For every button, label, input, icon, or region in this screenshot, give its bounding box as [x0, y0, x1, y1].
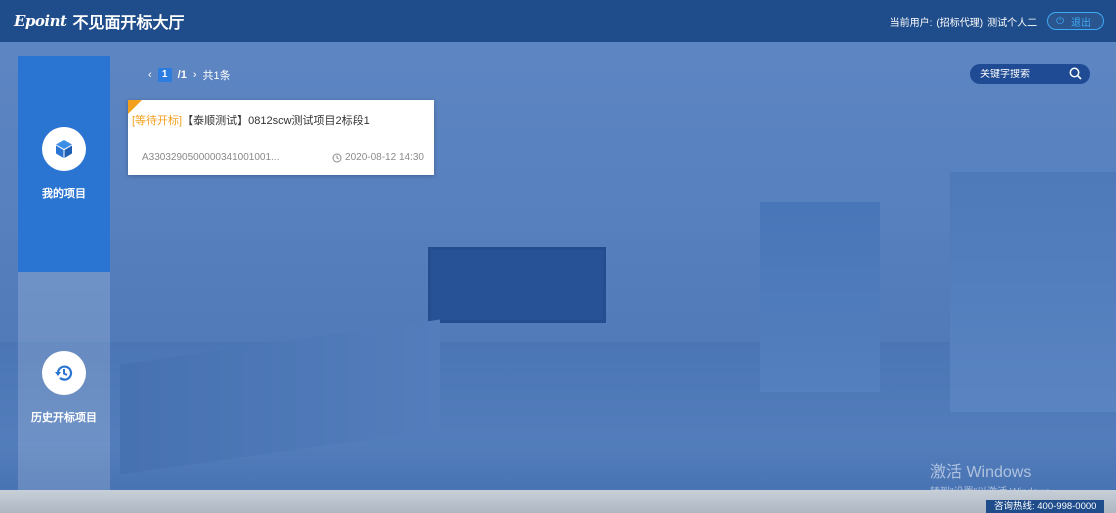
project-time: 2020-08-12 14:30 — [332, 152, 424, 163]
project-meta: A3303290500000341001001... 2020-08-12 14… — [142, 152, 424, 163]
history-icon — [42, 351, 86, 395]
cube-icon — [42, 127, 86, 171]
logout-label: 退出 — [1071, 17, 1091, 29]
user-name: 测试个人二 — [987, 17, 1038, 29]
next-page-button[interactable]: › — [193, 69, 197, 81]
nav-history-projects[interactable]: 历史开标项目 — [18, 338, 110, 438]
current-page[interactable]: 1 — [157, 68, 172, 82]
footer-bar — [0, 490, 1116, 513]
nav-my-projects-label: 我的项目 — [42, 188, 86, 200]
project-name: 【泰顺测试】0812scw测试项目2标段1 — [182, 115, 370, 127]
watermark-title: 激活 Windows — [930, 464, 1032, 481]
search-box — [970, 64, 1090, 84]
epoint-logo: Epoint — [14, 12, 67, 30]
project-title: [等待开标]【泰顺测试】0812scw测试项目2标段1 — [132, 112, 370, 128]
clock-icon — [332, 153, 342, 162]
app-title: 不见面开标大厅 — [72, 15, 185, 32]
project-card[interactable]: [等待开标]【泰顺测试】0812scw测试项目2标段1 A33032905000… — [128, 100, 434, 175]
total-pages: /1 — [177, 69, 187, 81]
nav-my-projects[interactable]: 我的项目 — [18, 56, 110, 272]
nav-history-label: 历史开标项目 — [31, 412, 97, 424]
user-role: (招标代理) — [936, 17, 984, 29]
current-user-label: 当前用户: — [889, 17, 933, 29]
brand: Epoint 不见面开标大厅 — [14, 9, 184, 33]
top-bar: Epoint 不见面开标大厅 当前用户: (招标代理) 测试个人二 ⏻ 退出 — [0, 0, 1116, 42]
hotline-badge: 咨询热线: 400-998-0000 — [986, 500, 1105, 513]
side-nav: 我的项目 历史开标项目 — [18, 56, 110, 490]
project-code: A3303290500000341001001... — [142, 152, 280, 163]
prev-page-button[interactable]: ‹ — [148, 69, 152, 81]
search-input[interactable] — [980, 68, 1070, 80]
user-area: 当前用户: (招标代理) 测试个人二 ⏻ 退出 — [890, 0, 1104, 42]
pagination: ‹ 1 /1 › 共1条 — [148, 67, 231, 83]
logout-button[interactable]: ⏻ 退出 — [1047, 12, 1104, 30]
total-count: 共1条 — [202, 70, 231, 82]
search-icon[interactable] — [1069, 67, 1082, 85]
project-time-value: 2020-08-12 14:30 — [345, 152, 424, 163]
project-status: [等待开标] — [132, 115, 183, 127]
power-icon: ⏻ — [1056, 15, 1064, 27]
